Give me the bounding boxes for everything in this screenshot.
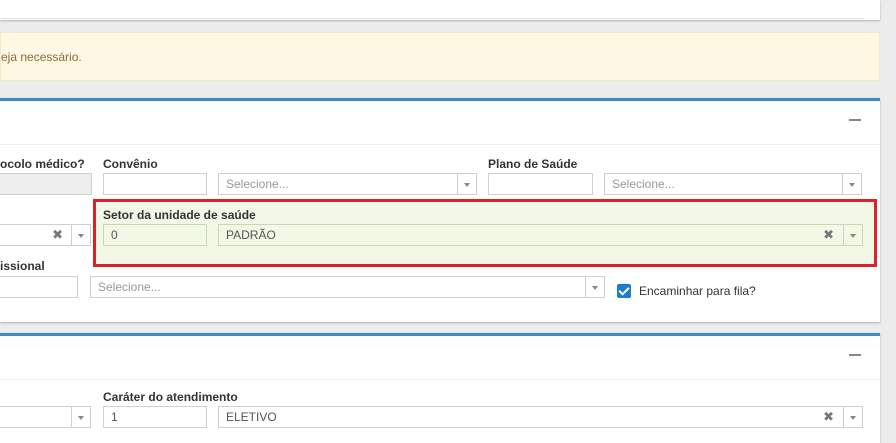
clear-icon[interactable]: ✖ [52,227,63,243]
plano-select[interactable]: Selecione... [604,173,862,195]
plano-select-placeholder: Selecione... [612,177,675,191]
warning-alert: eja necessário. [0,32,880,81]
profissional-label: issional [0,259,45,273]
protocolo-label: ocolo médico? [0,157,85,171]
chevron-down-icon[interactable] [585,277,604,297]
convenio-select-placeholder: Selecione... [226,177,289,191]
tipo-atendimento-select[interactable] [0,406,91,428]
panel-header-divider [0,144,880,145]
profissional-select[interactable]: Selecione... [90,276,605,298]
plano-code-input[interactable] [488,173,593,195]
panel-header-divider [0,379,880,380]
carater-label: Caráter do atendimento [103,390,238,404]
profissional-code-input[interactable] [0,276,78,298]
carater-select-value: ELETIVO [226,410,277,424]
minus-icon[interactable] [849,354,861,356]
encaminhar-checkbox[interactable] [617,284,631,298]
plano-label: Plano de Saúde [488,157,578,171]
carater-code-input[interactable]: 1 [103,406,207,428]
alert-text: eja necessário. [1,50,82,64]
convenio-code-input[interactable] [103,173,207,195]
minus-icon[interactable] [849,119,861,121]
encaminhar-label: Encaminhar para fila? [639,284,756,298]
chevron-down-icon[interactable] [843,407,862,427]
chevron-down-icon[interactable] [457,174,476,194]
chevron-down-icon[interactable] [71,407,90,427]
top-panel [0,0,880,20]
protocolo-field [0,173,92,195]
top-panel-divider [0,18,864,19]
profissional-select-placeholder: Selecione... [98,280,161,294]
highlight-frame [93,199,877,267]
chevron-down-icon[interactable] [71,225,90,245]
carater-select[interactable]: ELETIVO ✖ [218,406,863,428]
chevron-down-icon[interactable] [842,174,861,194]
convenio-label: Convênio [103,157,158,171]
unidade-select[interactable]: ✖ [0,224,91,246]
convenio-select[interactable]: Selecione... [218,173,477,195]
clear-icon[interactable]: ✖ [823,409,834,425]
